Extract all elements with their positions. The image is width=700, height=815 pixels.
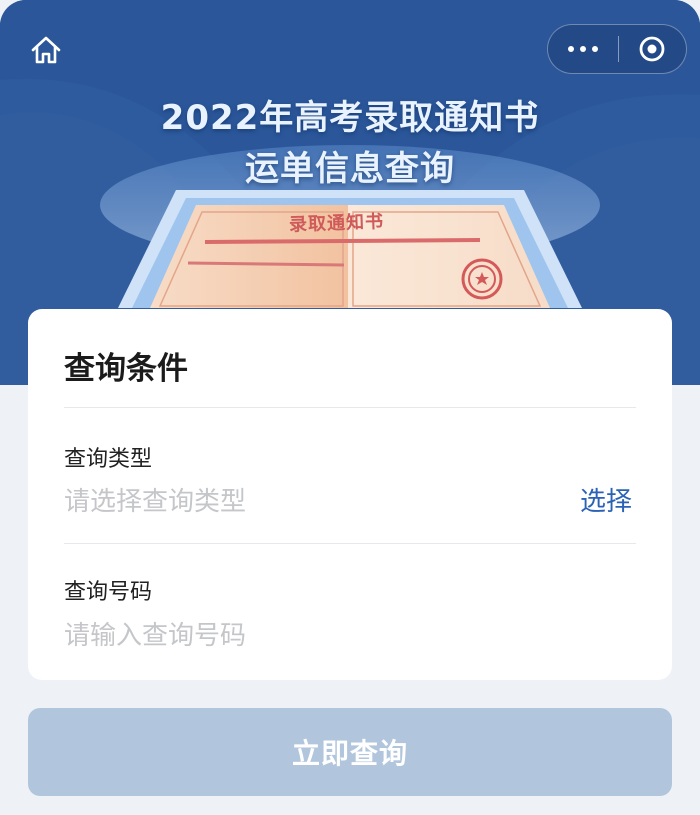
more-dots-icon — [567, 46, 574, 52]
home-icon — [31, 36, 61, 64]
page-subtitle: 运单信息查询 — [245, 149, 455, 189]
page-title: 2022年高考录取通知书 — [160, 98, 540, 138]
more-dot — [591, 46, 598, 52]
miniprogram-capsule — [547, 24, 687, 74]
certificate-title-text: 录取通知书 — [288, 211, 385, 236]
divider — [64, 543, 636, 544]
app-frame: 录取通知书 2022年高考录取通知书 运单信息查询 查询条件 查询类型 请选择查… — [0, 0, 700, 815]
more-button[interactable] — [548, 25, 618, 73]
query-form-card: 查询条件 查询类型 请选择查询类型 选择 查询号码 请输入查询号码 — [28, 309, 672, 680]
close-button[interactable] — [619, 25, 687, 73]
more-dot — [579, 46, 586, 52]
home-button[interactable] — [26, 30, 66, 70]
query-type-select[interactable]: 请选择查询类型 — [64, 481, 246, 518]
query-number-input[interactable]: 请输入查询号码 — [64, 615, 246, 652]
submit-query-button[interactable]: 立即查询 — [28, 708, 672, 796]
query-number-label: 查询号码 — [64, 580, 153, 605]
form-heading: 查询条件 — [64, 351, 188, 387]
target-close-icon — [639, 36, 665, 62]
query-type-label: 查询类型 — [64, 447, 153, 472]
divider — [64, 407, 636, 408]
select-type-button[interactable]: 选择 — [580, 481, 632, 518]
